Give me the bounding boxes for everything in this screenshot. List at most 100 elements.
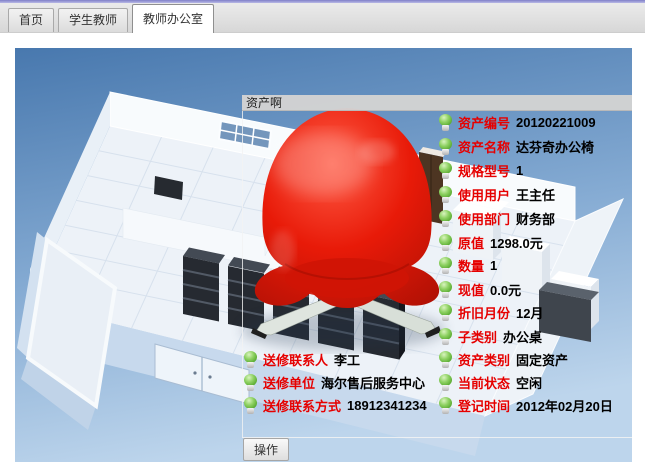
asset-field-row: 资产类别固定资产 bbox=[439, 350, 568, 368]
tab-label: 学生教师 bbox=[69, 13, 117, 27]
field-label: 资产名称 bbox=[458, 137, 510, 156]
asset-panel-titlebar: 资产啊 bbox=[242, 95, 632, 111]
field-value: 20120221009 bbox=[516, 115, 596, 130]
lightbulb-head bbox=[439, 138, 452, 150]
asset-field-row: 登记时间 2012年02月20日 bbox=[439, 396, 613, 414]
tab-home[interactable]: 首页 bbox=[8, 8, 54, 32]
tab-bar: 首页 学生教师 教师办公室 bbox=[0, 3, 645, 33]
lightbulb-base bbox=[442, 245, 449, 251]
field-label: 原值 bbox=[458, 233, 484, 252]
lightbulb-base bbox=[442, 173, 449, 179]
field-value: 固定资产 bbox=[516, 350, 568, 369]
lightbulb-head bbox=[439, 304, 452, 316]
field-label: 数量 bbox=[458, 256, 484, 275]
asset-field-row: 使用部门财务部 bbox=[439, 209, 555, 227]
field-label: 送修单位 bbox=[263, 373, 315, 392]
asset-field-row: 现值 0.0元 bbox=[439, 280, 521, 298]
lightbulb-head bbox=[439, 162, 452, 174]
asset-field-row: 使用用户王主任 bbox=[439, 185, 555, 203]
lightbulb-icon[interactable] bbox=[439, 210, 452, 227]
lightbulb-base bbox=[442, 362, 449, 368]
main-content: 资产啊 操作 资产编号20120221009 资产名称达芬奇办公椅 规格型号1 … bbox=[0, 33, 645, 464]
lightbulb-head bbox=[244, 351, 257, 363]
field-label: 资产编号 bbox=[458, 113, 510, 132]
lightbulb-icon[interactable] bbox=[439, 374, 452, 391]
lightbulb-base bbox=[247, 408, 254, 414]
lightbulb-base bbox=[247, 385, 254, 391]
field-label: 送修联系人 bbox=[263, 350, 328, 369]
tab-label: 教师办公室 bbox=[143, 12, 203, 26]
app-window: 首页 学生教师 教师办公室 bbox=[0, 0, 645, 464]
lightbulb-base bbox=[442, 221, 449, 227]
lightbulb-icon[interactable] bbox=[244, 351, 257, 368]
lightbulb-base bbox=[442, 315, 449, 321]
tab-students-teachers[interactable]: 学生教师 bbox=[58, 8, 128, 32]
lightbulb-icon[interactable] bbox=[439, 281, 452, 298]
lightbulb-icon[interactable] bbox=[439, 138, 452, 155]
lightbulb-base bbox=[442, 268, 449, 274]
field-label: 子类别 bbox=[458, 327, 497, 346]
asset-panel-left-border bbox=[242, 111, 243, 437]
lightbulb-base bbox=[442, 125, 449, 131]
lightbulb-icon[interactable] bbox=[439, 234, 452, 251]
lightbulb-icon[interactable] bbox=[439, 162, 452, 179]
lightbulb-icon[interactable] bbox=[244, 397, 257, 414]
field-label: 送修联系方式 bbox=[263, 396, 341, 415]
lightbulb-head bbox=[439, 328, 452, 340]
lightbulb-base bbox=[442, 292, 449, 298]
asset-field-row: 资产名称达芬奇办公椅 bbox=[439, 137, 594, 155]
lightbulb-base bbox=[442, 339, 449, 345]
asset-field-row: 原值1298.0元 bbox=[439, 233, 543, 251]
field-value: 0.0元 bbox=[490, 280, 521, 299]
field-value: 1 bbox=[490, 258, 497, 273]
lightbulb-icon[interactable] bbox=[439, 114, 452, 131]
field-label: 登记时间 bbox=[458, 396, 510, 415]
field-value: 海尔售后服务中心 bbox=[321, 373, 425, 392]
lightbulb-icon[interactable] bbox=[439, 186, 452, 203]
lightbulb-base bbox=[442, 408, 449, 414]
lightbulb-head bbox=[439, 114, 452, 126]
action-button[interactable]: 操作 bbox=[243, 438, 289, 461]
lightbulb-icon[interactable] bbox=[439, 351, 452, 368]
lightbulb-icon[interactable] bbox=[439, 397, 452, 414]
office-3d-scene[interactable]: 资产啊 操作 资产编号20120221009 资产名称达芬奇办公椅 规格型号1 … bbox=[15, 48, 632, 462]
field-label: 使用部门 bbox=[458, 209, 510, 228]
asset-field-row: 数量 1 bbox=[439, 256, 497, 274]
field-value: 办公桌 bbox=[503, 327, 542, 346]
field-label: 资产类别 bbox=[458, 350, 510, 369]
lightbulb-icon[interactable] bbox=[439, 257, 452, 274]
lightbulb-icon[interactable] bbox=[244, 374, 257, 391]
lightbulb-head bbox=[439, 234, 452, 246]
lightbulb-head bbox=[439, 257, 452, 269]
asset-panel-title: 资产啊 bbox=[246, 96, 282, 110]
tab-teacher-office[interactable]: 教师办公室 bbox=[132, 4, 214, 33]
repair-field-row: 送修单位海尔售后服务中心 bbox=[244, 373, 425, 391]
field-label: 折旧月份 bbox=[458, 303, 510, 322]
lightbulb-icon[interactable] bbox=[439, 328, 452, 345]
field-value: 财务部 bbox=[516, 209, 555, 228]
asset-panel-bottom-border bbox=[242, 437, 632, 438]
asset-field-row: 子类别办公桌 bbox=[439, 327, 542, 345]
field-value: 王主任 bbox=[516, 185, 555, 204]
field-value: 1 bbox=[516, 163, 523, 178]
field-value: 李工 bbox=[334, 350, 360, 369]
tab-label: 首页 bbox=[19, 13, 43, 27]
lightbulb-head bbox=[439, 186, 452, 198]
field-value: 2012年02月20日 bbox=[516, 396, 613, 415]
repair-field-row: 送修联系人李工 bbox=[244, 350, 360, 368]
asset-field-row: 折旧月份 12月 bbox=[439, 303, 543, 321]
lightbulb-head bbox=[439, 374, 452, 386]
field-value: 12月 bbox=[516, 303, 543, 322]
lightbulb-base bbox=[442, 385, 449, 391]
lightbulb-head bbox=[439, 281, 452, 293]
lightbulb-head bbox=[244, 397, 257, 409]
lightbulb-base bbox=[442, 149, 449, 155]
lightbulb-base bbox=[247, 362, 254, 368]
lightbulb-head bbox=[439, 397, 452, 409]
lightbulb-head bbox=[439, 351, 452, 363]
asset-field-row: 资产编号 20120221009 bbox=[439, 113, 596, 131]
lightbulb-icon[interactable] bbox=[439, 304, 452, 321]
field-value: 达芬奇办公椅 bbox=[516, 137, 594, 156]
field-label: 当前状态 bbox=[458, 373, 510, 392]
field-label: 现值 bbox=[458, 280, 484, 299]
